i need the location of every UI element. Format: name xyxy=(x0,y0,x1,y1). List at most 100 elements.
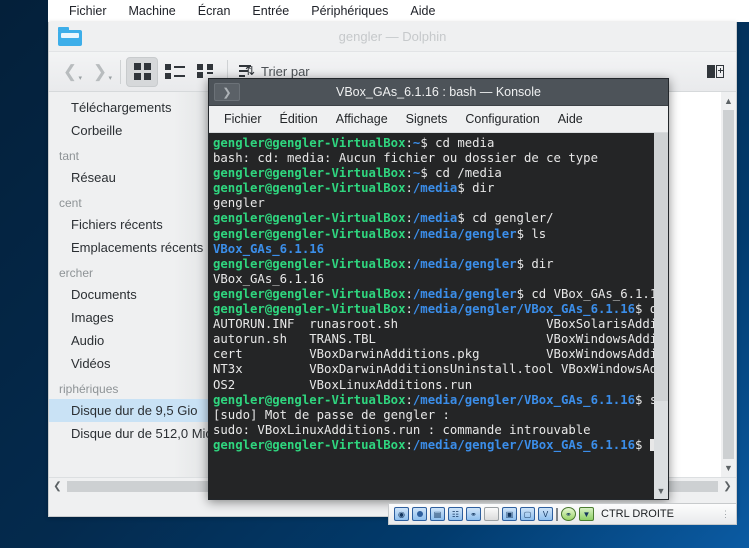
network-icon[interactable]: ☷ xyxy=(448,507,463,521)
terminal-text: $ cd VBox_GAs_6.1.16/ xyxy=(516,286,654,301)
terminal-line: gengler@gengler-VirtualBox:~$ cd /media xyxy=(213,166,654,181)
place-reseau[interactable]: Réseau xyxy=(49,166,209,189)
konsole-menu-fichier[interactable]: Fichier xyxy=(215,109,271,129)
konsole-menu-affichage[interactable]: Affichage xyxy=(327,109,397,129)
terminal-text: $ dir xyxy=(635,302,654,317)
terminal-output[interactable]: gengler@gengler-VirtualBox:~$ cd media ba… xyxy=(209,133,654,499)
icons-view-icon xyxy=(133,63,151,80)
terminal-line: gengler@gengler-VirtualBox:/media/gengle… xyxy=(213,227,654,242)
vbox-menu-peripheriques[interactable]: Périphériques xyxy=(300,1,399,21)
terminal-text: : xyxy=(405,226,413,241)
konsole-menu-signets[interactable]: Signets xyxy=(397,109,457,129)
scroll-left-icon[interactable]: ❮ xyxy=(49,481,66,492)
terminal-text: : xyxy=(405,136,413,150)
konsole-window-title: VBox_GAs_6.1.16 : bash — Konsole xyxy=(336,85,541,99)
vbox-menu-ecran[interactable]: Écran xyxy=(187,1,242,21)
dolphin-titlebar[interactable]: gengler — Dolphin xyxy=(49,22,736,52)
terminal-text: $ xyxy=(635,437,650,452)
terminal-text: : xyxy=(405,181,413,196)
scroll-right-icon[interactable]: ❯ xyxy=(719,481,736,492)
display-icon[interactable]: ▣ xyxy=(502,507,517,521)
terminal-text: /media/gengler/VBox_GAs_6.1.16 xyxy=(412,302,636,317)
shared-folders-icon[interactable] xyxy=(484,507,499,521)
terminal-scrollbar[interactable]: ▼ xyxy=(654,133,668,499)
konsole-titlebar[interactable]: ❯ VBox_GAs_6.1.16 : bash — Konsole xyxy=(209,79,668,106)
host-key-label: CTRL DROITE xyxy=(601,508,674,520)
terminal-text: gengler@gengler-VirtualBox xyxy=(213,166,406,181)
terminal-text: /media xyxy=(412,181,458,196)
virtualbox-statusbar: ◉ ▤ ☷ ⚭ ▣ ▢ V ⚭ ▼ CTRL DROITE ⋮ xyxy=(388,503,737,525)
terminal-text: : xyxy=(405,302,413,317)
terminal-text: : xyxy=(405,392,413,407)
terminal-line: cert VBoxDarwinAdditions.pkg VBoxWindows… xyxy=(213,347,654,362)
split-view-button[interactable] xyxy=(700,58,730,86)
terminal-line: NT3x VBoxDarwinAdditionsUninstall.tool V… xyxy=(213,362,654,377)
place-disque-512-mio[interactable]: Disque dur de 512,0 Mio xyxy=(49,422,209,445)
virtualbox-menubar: Fichier Machine Écran Entrée Périphériqu… xyxy=(48,0,749,22)
terminal-text: : xyxy=(405,166,413,181)
terminal-text: gengler@gengler-VirtualBox xyxy=(213,437,406,452)
terminal-text: : xyxy=(405,211,413,226)
terminal-line: gengler@gengler-VirtualBox:~$ cd media xyxy=(213,136,654,151)
places-group-distant: tant xyxy=(59,149,80,163)
mouse-integration-icon[interactable]: ⚭ xyxy=(561,507,576,521)
terminal-wrapper: gengler@gengler-VirtualBox:~$ cd media ba… xyxy=(209,133,668,499)
place-corbeille[interactable]: Corbeille xyxy=(49,119,209,142)
scroll-down-icon[interactable]: ▼ xyxy=(721,459,736,477)
vbox-menu-machine[interactable]: Machine xyxy=(118,1,187,21)
terminal-text: /media/gengler/VBox_GAs_6.1.16 xyxy=(412,437,636,452)
place-telechargements[interactable]: Téléchargements xyxy=(49,96,209,119)
scroll-up-icon[interactable]: ▲ xyxy=(721,92,736,110)
place-fichiers-recents[interactable]: Fichiers récents xyxy=(49,213,209,236)
recording-icon[interactable]: ▢ xyxy=(520,507,535,521)
place-emplacements-recents[interactable]: Emplacements récents xyxy=(49,236,209,259)
terminal-text: gengler@gengler-VirtualBox xyxy=(213,226,406,241)
places-panel: Téléchargements Corbeille tant Réseau ce… xyxy=(49,92,209,477)
terminal-text: : xyxy=(405,286,413,301)
terminal-scroll-thumb[interactable] xyxy=(654,133,668,401)
terminal-text: sudo: VBoxLinuxAdditions.run : commande … xyxy=(213,422,591,437)
vbox-menu-entree[interactable]: Entrée xyxy=(241,1,300,21)
terminal-text: autorun.sh TRANS.TBL VBoxWindowsAdditio xyxy=(213,332,654,347)
place-audio[interactable]: Audio xyxy=(49,329,209,352)
resize-grip[interactable]: ⋮ xyxy=(721,509,731,520)
vbox-menu-fichier[interactable]: Fichier xyxy=(58,1,118,21)
place-disque-9-5-gio[interactable]: Disque dur de 9,5 Gio xyxy=(49,399,209,422)
terminal-line: bash: cd: media: Aucun fichier ou dossie… xyxy=(213,151,654,166)
place-images[interactable]: Images xyxy=(49,306,209,329)
konsole-menu-edition[interactable]: Édition xyxy=(271,109,327,129)
floppy-disk-icon[interactable]: ▤ xyxy=(430,507,445,521)
terminal-scroll-down-icon[interactable]: ▼ xyxy=(657,483,666,499)
vertical-scroll-track[interactable] xyxy=(723,110,734,459)
terminal-text: gengler@gengler-VirtualBox xyxy=(213,302,406,317)
usb-icon[interactable]: ⚭ xyxy=(466,507,481,521)
view-details-button[interactable] xyxy=(158,57,190,87)
sort-icon: ⇅ xyxy=(239,64,255,79)
terminal-line: gengler@gengler-VirtualBox:/media/gengle… xyxy=(213,393,654,408)
terminal-text: $ ls xyxy=(516,226,547,241)
vbox-menu-aide[interactable]: Aide xyxy=(399,1,446,21)
terminal-text: VBox_GAs_6.1.16 xyxy=(213,241,325,256)
virtualization-icon[interactable]: V xyxy=(538,507,553,521)
hard-disk-icon[interactable]: ◉ xyxy=(394,507,409,521)
view-icons-button[interactable] xyxy=(126,56,158,87)
terminal-line: sudo: VBoxLinuxAdditions.run : commande … xyxy=(213,423,654,438)
dolphin-vertical-scrollbar[interactable]: ▲ ▼ xyxy=(721,92,736,477)
terminal-line: gengler@gengler-VirtualBox:/media/gengle… xyxy=(213,287,654,302)
konsole-menu-configuration[interactable]: Configuration xyxy=(456,109,548,129)
konsole-window: ❯ VBox_GAs_6.1.16 : bash — Konsole Fichi… xyxy=(208,78,669,500)
dolphin-window-title: gengler — Dolphin xyxy=(338,29,447,44)
place-videos[interactable]: Vidéos xyxy=(49,352,209,375)
host-key-icon[interactable]: ▼ xyxy=(579,507,594,521)
place-documents[interactable]: Documents xyxy=(49,283,209,306)
terminal-text: /media/gengler xyxy=(412,286,517,301)
terminal-text: bash: cd: media: Aucun fichier ou dossie… xyxy=(213,151,598,166)
terminal-line: [sudo] Mot de passe de gengler : xyxy=(213,408,654,423)
places-group-recent: cent xyxy=(59,196,82,210)
konsole-menu-aide[interactable]: Aide xyxy=(549,109,592,129)
back-button[interactable]: ❮ ▾ xyxy=(55,58,85,86)
terminal-text: /media/gengler/VBox_GAs_6.1.16 xyxy=(412,392,636,407)
forward-button[interactable]: ❯ ▾ xyxy=(85,58,115,86)
terminal-line: gengler@gengler-VirtualBox:/media$ cd ge… xyxy=(213,211,654,226)
optical-disk-icon[interactable] xyxy=(412,507,427,521)
